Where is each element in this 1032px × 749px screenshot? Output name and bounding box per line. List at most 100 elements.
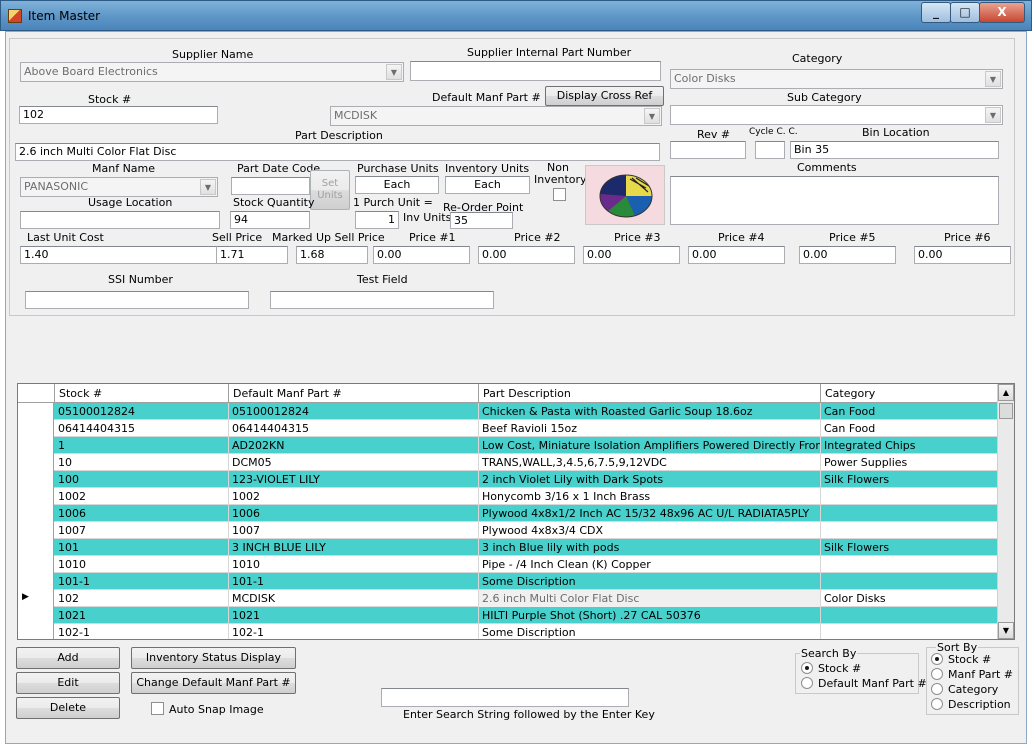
row-header[interactable] — [18, 403, 54, 420]
sort-by-stock-radio[interactable] — [931, 653, 943, 665]
cell-stock[interactable]: 10 — [55, 454, 229, 471]
purchase-units-input[interactable]: Each — [355, 176, 439, 194]
table-row[interactable]: 1 AD202KN Low Cost, Miniature Isolation Am… — [18, 437, 998, 454]
table-row[interactable]: 1021 1021 HILTI Purple Shot (Short) .27 CA… — [18, 607, 998, 624]
marked-up-sell-price-input[interactable]: 1.68 — [296, 246, 368, 264]
cell-manf-part[interactable]: 102-1 — [229, 624, 479, 639]
table-row[interactable]: 1007 1007 Plywood 4x8x3/4 CDX — [18, 522, 998, 539]
cycle-cc-input[interactable] — [755, 141, 785, 159]
reorder-point-input[interactable]: 35 — [450, 212, 513, 229]
cell-description[interactable]: Chicken & Pasta with Roasted Garlic Soup… — [479, 403, 821, 420]
change-default-manf-button[interactable]: Change Default Manf Part # — [131, 672, 296, 694]
cell-category[interactable] — [821, 573, 998, 590]
cell-description[interactable]: Honycomb 3/16 x 1 Inch Brass — [479, 488, 821, 505]
col-header-manf-part[interactable]: Default Manf Part # — [229, 384, 479, 403]
cell-manf-part[interactable]: 3 INCH BLUE LILY — [229, 539, 479, 556]
maximize-button[interactable]: □ — [950, 2, 980, 23]
cell-stock[interactable]: 05100012824 — [55, 403, 229, 420]
table-row[interactable]: 10 DCM05 TRANS,WALL,3,4.5,6,7.5,9,12VDC Pow… — [18, 454, 998, 471]
table-row[interactable]: 1006 1006 Plywood 4x8x1/2 Inch AC 15/32 48… — [18, 505, 998, 522]
cell-description[interactable]: Some Discription — [479, 573, 821, 590]
cell-manf-part[interactable]: 06414404315 — [229, 420, 479, 437]
display-cross-ref-button[interactable]: Display Cross Ref — [545, 86, 664, 106]
row-header[interactable] — [18, 488, 54, 505]
cell-stock[interactable]: 102-1 — [55, 624, 229, 639]
cell-category[interactable] — [821, 522, 998, 539]
stock-no-input[interactable]: 102 — [19, 106, 218, 124]
part-description-input[interactable]: 2.6 inch Multi Color Flat Disc — [15, 143, 660, 161]
cell-manf-part[interactable]: AD202KN — [229, 437, 479, 454]
table-row[interactable]: ▶ 102 MCDISK 2.6 inch Multi Color Flat Disc… — [18, 590, 998, 607]
stock-quantity-input[interactable]: 94 — [230, 211, 310, 229]
cell-description[interactable]: 2 inch Violet Lily with Dark Spots — [479, 471, 821, 488]
col-header-stock[interactable]: Stock # — [55, 384, 229, 403]
cell-description[interactable]: Beef Ravioli 15oz — [479, 420, 821, 437]
rev-input[interactable] — [670, 141, 746, 159]
cell-category[interactable]: Silk Flowers — [821, 539, 998, 556]
inventory-status-button[interactable]: Inventory Status Display — [131, 647, 296, 669]
price-2-input[interactable]: 0.00 — [478, 246, 575, 264]
row-header[interactable] — [18, 556, 54, 573]
cell-description[interactable]: Low Cost, Miniature Isolation Amplifiers… — [479, 437, 821, 454]
cell-stock[interactable]: 101 — [55, 539, 229, 556]
row-header[interactable] — [18, 437, 54, 454]
table-row[interactable]: 100 123-VIOLET LILY 2 inch Violet Lily wit… — [18, 471, 998, 488]
category-select[interactable]: Color Disks ▼ — [670, 69, 1003, 89]
scroll-thumb[interactable] — [999, 403, 1013, 419]
cell-stock[interactable]: 1002 — [55, 488, 229, 505]
cell-category[interactable]: Can Food — [821, 420, 998, 437]
cell-description[interactable]: TRANS,WALL,3,4.5,6,7.5,9,12VDC — [479, 454, 821, 471]
manf-name-select[interactable]: PANASONIC ▼ — [20, 177, 218, 197]
price-6-input[interactable]: 0.00 — [914, 246, 1011, 264]
grid-scrollbar[interactable]: ▲ ▼ — [997, 384, 1014, 639]
last-unit-cost-input[interactable]: 1.40 — [20, 246, 220, 264]
cell-category[interactable] — [821, 505, 998, 522]
row-header[interactable] — [18, 471, 54, 488]
edit-button[interactable]: Edit — [16, 672, 120, 694]
bin-location-input[interactable]: Bin 35 — [790, 141, 999, 159]
close-button[interactable]: X — [979, 2, 1025, 23]
row-header[interactable]: ▶ — [18, 590, 54, 607]
row-header[interactable] — [18, 454, 54, 471]
col-header-description[interactable]: Part Description — [479, 384, 821, 403]
cell-stock[interactable]: 06414404315 — [55, 420, 229, 437]
cell-category[interactable] — [821, 624, 998, 639]
cell-category[interactable]: Color Disks — [821, 590, 998, 607]
row-header[interactable] — [18, 607, 54, 624]
cell-manf-part[interactable]: 123-VIOLET LILY — [229, 471, 479, 488]
price-1-input[interactable]: 0.00 — [373, 246, 470, 264]
cell-category[interactable] — [821, 488, 998, 505]
inventory-units-input[interactable]: Each — [445, 176, 530, 194]
cell-category[interactable] — [821, 607, 998, 624]
cell-category[interactable]: Power Supplies — [821, 454, 998, 471]
search-by-manf-radio[interactable] — [801, 677, 813, 689]
add-button[interactable]: Add — [16, 647, 120, 669]
ssi-number-input[interactable] — [25, 291, 249, 309]
usage-location-input[interactable] — [20, 211, 220, 229]
cell-stock[interactable]: 1007 — [55, 522, 229, 539]
supplier-internal-part-input[interactable] — [410, 61, 661, 81]
cell-manf-part[interactable]: 1006 — [229, 505, 479, 522]
cell-category[interactable]: Can Food — [821, 403, 998, 420]
table-row[interactable]: 1010 1010 Pipe - /4 Inch Clean (K) Copper — [18, 556, 998, 573]
table-row[interactable]: 06414404315 06414404315 Beef Ravioli 15oz C… — [18, 420, 998, 437]
cell-description[interactable]: Plywood 4x8x1/2 Inch AC 15/32 48x96 AC U… — [479, 505, 821, 522]
cell-manf-part[interactable]: 101-1 — [229, 573, 479, 590]
purch-unit-eq-input[interactable]: 1 — [355, 211, 399, 229]
row-header[interactable] — [18, 505, 54, 522]
row-header[interactable] — [18, 522, 54, 539]
cell-manf-part[interactable]: 1010 — [229, 556, 479, 573]
part-date-code-input[interactable] — [231, 177, 310, 195]
sort-by-manf-radio[interactable] — [931, 668, 943, 680]
cell-description[interactable]: 2.6 inch Multi Color Flat Disc — [479, 590, 821, 607]
sell-price-input[interactable]: 1.71 — [216, 246, 288, 264]
table-row[interactable]: 101 3 INCH BLUE LILY 3 inch Blue lily with… — [18, 539, 998, 556]
price-4-input[interactable]: 0.00 — [688, 246, 785, 264]
cell-manf-part[interactable]: 1021 — [229, 607, 479, 624]
non-inventory-checkbox[interactable] — [553, 188, 566, 201]
row-header[interactable] — [18, 420, 54, 437]
cell-stock[interactable]: 100 — [55, 471, 229, 488]
row-header[interactable] — [18, 573, 54, 590]
cell-manf-part[interactable]: 1007 — [229, 522, 479, 539]
scroll-down-icon[interactable]: ▼ — [998, 622, 1014, 639]
